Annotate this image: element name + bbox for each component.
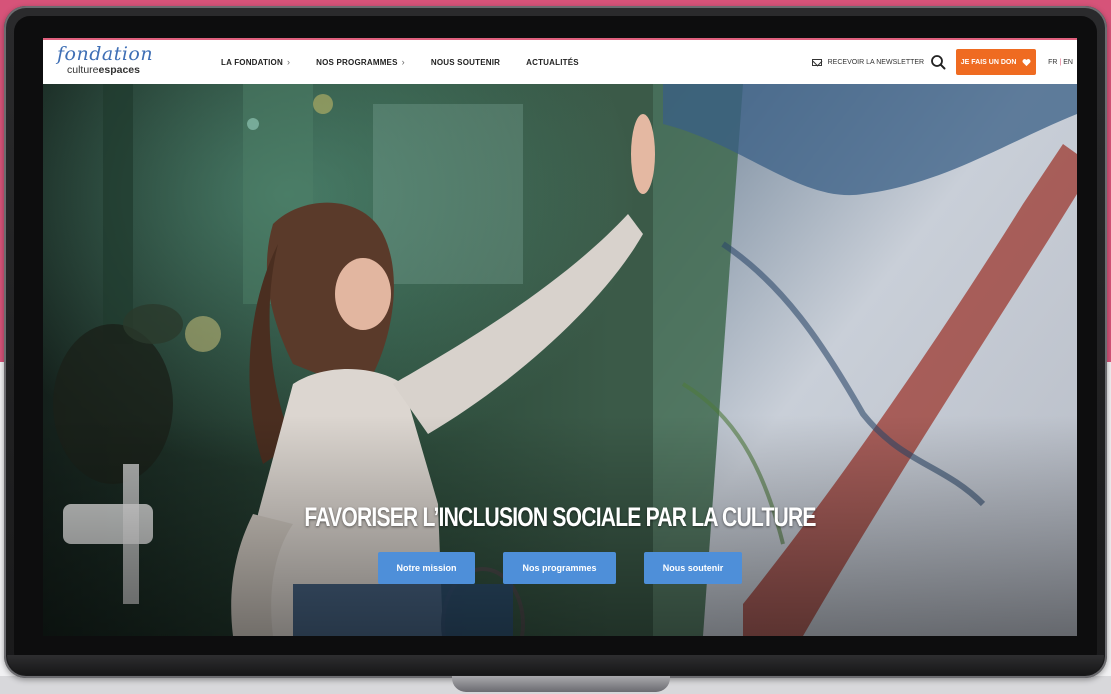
chevron-right-icon: › [286, 57, 291, 67]
donate-button[interactable]: JE FAIS UN DON [956, 49, 1037, 75]
language-switcher: FR | EN [1048, 59, 1073, 66]
nav-item-nous-soutenir[interactable]: NOUS SOUTENIR [431, 58, 500, 67]
newsletter-link[interactable]: RECEVOIR LA NEWSLETTER [811, 58, 925, 66]
heart-icon [1022, 58, 1031, 66]
logo-sub-bold: espaces [98, 64, 140, 76]
laptop-chin [7, 655, 1104, 675]
search-icon[interactable] [930, 54, 946, 70]
header-tools: RECEVOIR LA NEWSLETTER JE FAIS UN DON FR… [811, 40, 1077, 84]
donate-label: JE FAIS UN DON [960, 58, 1017, 66]
chevron-right-icon: › [401, 57, 405, 67]
nous-soutenir-button[interactable]: Nous soutenir [644, 552, 742, 584]
nav-label: ACTUALITÉS [526, 57, 579, 67]
hero-banner: FAVORISER L’INCLUSION SOCIALE PAR LA CUL… [43, 84, 1077, 636]
site-logo[interactable]: fondation cultureespaces [55, 43, 153, 81]
nav-label: NOUS SOUTENIR [430, 57, 501, 67]
nav-label: NOS PROGRAMMES [316, 57, 398, 67]
lang-en[interactable]: EN [1063, 59, 1073, 66]
logo-subtitle: cultureespaces [67, 64, 140, 76]
hero-title: FAVORISER L’INCLUSION SOCIALE PAR LA CUL… [304, 502, 816, 532]
nav-item-actualites[interactable]: ACTUALITÉS [526, 58, 579, 67]
lang-fr[interactable]: FR [1048, 59, 1057, 66]
site-header: fondation cultureespaces LA FONDATION › … [43, 40, 1077, 85]
lang-separator: | [1059, 58, 1062, 66]
notre-mission-button[interactable]: Notre mission [378, 552, 475, 584]
laptop-hinge [452, 676, 670, 692]
newsletter-label: RECEVOIR LA NEWSLETTER [827, 58, 925, 66]
nav-label: LA FONDATION [221, 57, 283, 67]
website-screen: fondation cultureespaces LA FONDATION › … [43, 38, 1077, 636]
nav-item-nos-programmes[interactable]: NOS PROGRAMMES › [316, 57, 405, 67]
hero-cta-row: Notre mission Nos programmes Nous souten… [43, 552, 1077, 584]
nav-item-la-fondation[interactable]: LA FONDATION › [221, 57, 290, 67]
logo-script: fondation [57, 43, 154, 65]
mail-icon [811, 58, 822, 66]
nos-programmes-button[interactable]: Nos programmes [503, 552, 616, 584]
logo-sub-light: culture [67, 64, 99, 76]
main-nav: LA FONDATION › NOS PROGRAMMES › NOUS SOU… [221, 40, 579, 84]
